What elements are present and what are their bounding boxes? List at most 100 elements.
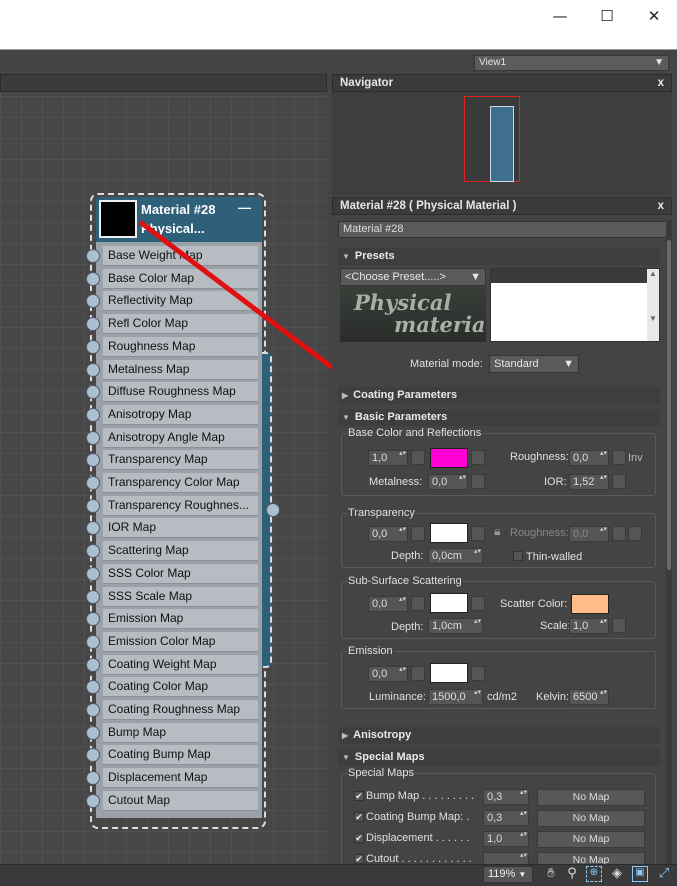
special-map-amount-spinner[interactable]: 1,0 bbox=[483, 831, 529, 847]
collapse-triangle-icon: ▼ bbox=[342, 413, 350, 422]
chevron-down-icon: ▼ bbox=[563, 358, 574, 370]
roughness-spinner[interactable]: 0,0 bbox=[569, 450, 609, 466]
sss-color-swatch[interactable] bbox=[430, 593, 468, 613]
thin-walled-checkbox[interactable] bbox=[513, 551, 523, 561]
luminance-spinner[interactable]: 1500,0 bbox=[428, 689, 483, 705]
material-mode-dropdown[interactable]: Standard ▼ bbox=[489, 355, 579, 373]
metalness-label: Metalness: bbox=[369, 476, 423, 488]
sss-depth-spinner[interactable]: 1,0cm bbox=[428, 618, 483, 634]
zoom-extents-icon[interactable]: ◈ bbox=[609, 866, 625, 882]
presets-header: Presets bbox=[354, 250, 395, 262]
special-map-amount-spinner[interactable]: 0,3 bbox=[483, 810, 529, 826]
special-map-checkbox[interactable]: ✔ bbox=[354, 833, 364, 843]
preset-list[interactable]: ▲ ▼ bbox=[490, 268, 660, 342]
sss-scale-label: Scale: bbox=[540, 620, 571, 632]
panel-scrollbar-thumb[interactable] bbox=[667, 240, 671, 570]
emission-weight-spinner[interactable]: 0,0 bbox=[368, 666, 408, 682]
special-map-slot-button[interactable]: No Map bbox=[537, 789, 645, 806]
transparency-weight-spinner[interactable]: 0,0 bbox=[368, 526, 408, 542]
expand-triangle-icon: ▶ bbox=[342, 731, 349, 740]
logo-line2: material bbox=[394, 312, 486, 337]
zoom-region-icon[interactable]: ⊕ bbox=[586, 866, 602, 882]
anisotropy-rollout[interactable]: ▶ Anisotropy bbox=[338, 727, 660, 744]
preset-dropdown[interactable]: <Choose Preset.....> ▼ bbox=[340, 268, 486, 286]
roughness-map-button[interactable] bbox=[612, 450, 626, 465]
material-panel-title: Material #28 ( Physical Material ) bbox=[340, 200, 517, 212]
collapse-triangle-icon: ▼ bbox=[342, 252, 350, 261]
emission-color-swatch[interactable] bbox=[430, 663, 468, 683]
transparency-color-swatch[interactable] bbox=[430, 523, 468, 543]
sss-depth-label: Depth: bbox=[391, 621, 424, 633]
special-map-checkbox[interactable]: ✔ bbox=[354, 791, 364, 801]
kelvin-label: Kelvin: bbox=[536, 691, 570, 703]
physical-material-logo: Physical material bbox=[340, 286, 486, 342]
transparency-roughness-spinner[interactable]: 0,0 bbox=[569, 526, 609, 542]
transparency-roughness-map-button[interactable] bbox=[612, 526, 626, 541]
special-maps-rollout[interactable]: ▼ Special Maps bbox=[338, 749, 660, 766]
special-maps-header: Special Maps bbox=[354, 751, 425, 763]
zoom-selected-icon[interactable]: ▣ bbox=[632, 866, 648, 882]
scatter-color-swatch[interactable] bbox=[571, 594, 609, 614]
base-weight-spinner[interactable]: 1,0 bbox=[368, 450, 408, 466]
base-color-swatch[interactable] bbox=[430, 448, 468, 468]
transparency-depth-label: Depth: bbox=[391, 550, 424, 562]
metalness-map-button[interactable] bbox=[471, 474, 485, 489]
transparency-depth-spinner[interactable]: 0,0cm bbox=[428, 548, 483, 564]
chevron-down-icon: ▼ bbox=[518, 870, 527, 879]
transparency-weight-map-button[interactable] bbox=[411, 526, 425, 541]
transparency-roughness-label: Roughness: bbox=[510, 527, 569, 539]
zoom-all-icon[interactable]: ⤢ bbox=[656, 866, 672, 882]
preset-dropdown-value: <Choose Preset.....> bbox=[345, 271, 446, 283]
special-map-checkbox[interactable]: ✔ bbox=[354, 854, 364, 864]
base-weight-map-button[interactable] bbox=[411, 450, 425, 465]
emission-weight-map-button[interactable] bbox=[411, 666, 425, 681]
special-map-slot-button[interactable]: No Map bbox=[537, 831, 645, 848]
thin-walled-label: Thin-walled bbox=[526, 551, 583, 563]
preset-list-item[interactable] bbox=[491, 269, 647, 283]
sss-weight-map-button[interactable] bbox=[411, 596, 425, 611]
scatter-color-label: Scatter Color: bbox=[500, 598, 568, 610]
sss-color-map-button[interactable] bbox=[471, 596, 485, 611]
coating-rollout[interactable]: ▶ Coating Parameters bbox=[338, 387, 660, 404]
special-map-label: Bump Map . . . . . . . . . bbox=[366, 790, 475, 802]
zoom-icon[interactable]: ⚲ bbox=[564, 866, 580, 882]
basic-parameters-rollout[interactable]: ▼ Basic Parameters bbox=[338, 409, 660, 426]
material-name-field[interactable]: Material #28 bbox=[338, 221, 668, 238]
pan-hand-icon[interactable]: ✋︎ bbox=[543, 866, 559, 882]
ior-spinner[interactable]: 1,52 bbox=[569, 474, 609, 490]
ior-map-button[interactable] bbox=[612, 474, 626, 489]
metalness-spinner[interactable]: 0,0 bbox=[428, 474, 468, 490]
close-icon[interactable]: x bbox=[658, 200, 664, 212]
material-mode-label: Material mode: bbox=[410, 358, 483, 370]
special-map-slot-button[interactable]: No Map bbox=[537, 810, 645, 827]
chevron-down-icon: ▼ bbox=[470, 271, 481, 283]
zoom-dropdown[interactable]: 119% ▼ bbox=[483, 866, 533, 883]
transparency-roughness-inv-toggle[interactable] bbox=[628, 526, 642, 541]
base-color-group-label: Base Color and Reflections bbox=[347, 427, 483, 439]
zoom-value: 119% bbox=[488, 868, 516, 880]
material-panel-header: Material #28 ( Physical Material ) x bbox=[332, 197, 672, 215]
basic-parameters-header: Basic Parameters bbox=[354, 411, 448, 423]
base-color-map-button[interactable] bbox=[471, 450, 485, 465]
special-map-label: Coating Bump Map: . bbox=[366, 811, 470, 823]
transparency-color-map-button[interactable] bbox=[471, 526, 485, 541]
sss-scale-map-button[interactable] bbox=[612, 618, 626, 633]
inv-toggle[interactable]: Inv bbox=[628, 452, 643, 464]
special-map-amount-spinner[interactable]: 0,3 bbox=[483, 789, 529, 805]
sss-weight-spinner[interactable]: 0,0 bbox=[368, 596, 408, 612]
presets-rollout[interactable]: ▼ Presets bbox=[338, 248, 660, 265]
lock-icon[interactable]: 🔒︎ bbox=[494, 524, 500, 539]
preset-list-scrollbar[interactable]: ▲ ▼ bbox=[647, 269, 659, 341]
special-map-checkbox[interactable]: ✔ bbox=[354, 812, 364, 822]
luminance-unit-label: cd/m2 bbox=[487, 691, 517, 703]
sss-scale-spinner[interactable]: 1,0 bbox=[569, 618, 609, 634]
material-mode-value: Standard bbox=[494, 358, 539, 370]
ior-label: IOR: bbox=[544, 476, 567, 488]
emission-color-map-button[interactable] bbox=[471, 666, 485, 681]
emission-group-label: Emission bbox=[347, 645, 394, 657]
collapse-triangle-icon: ▼ bbox=[342, 753, 350, 762]
kelvin-spinner[interactable]: 6500 bbox=[569, 689, 609, 705]
coating-header: Coating Parameters bbox=[353, 389, 458, 401]
special-map-label: Displacement . . . . . . bbox=[366, 832, 470, 844]
roughness-label: Roughness: bbox=[510, 451, 569, 463]
